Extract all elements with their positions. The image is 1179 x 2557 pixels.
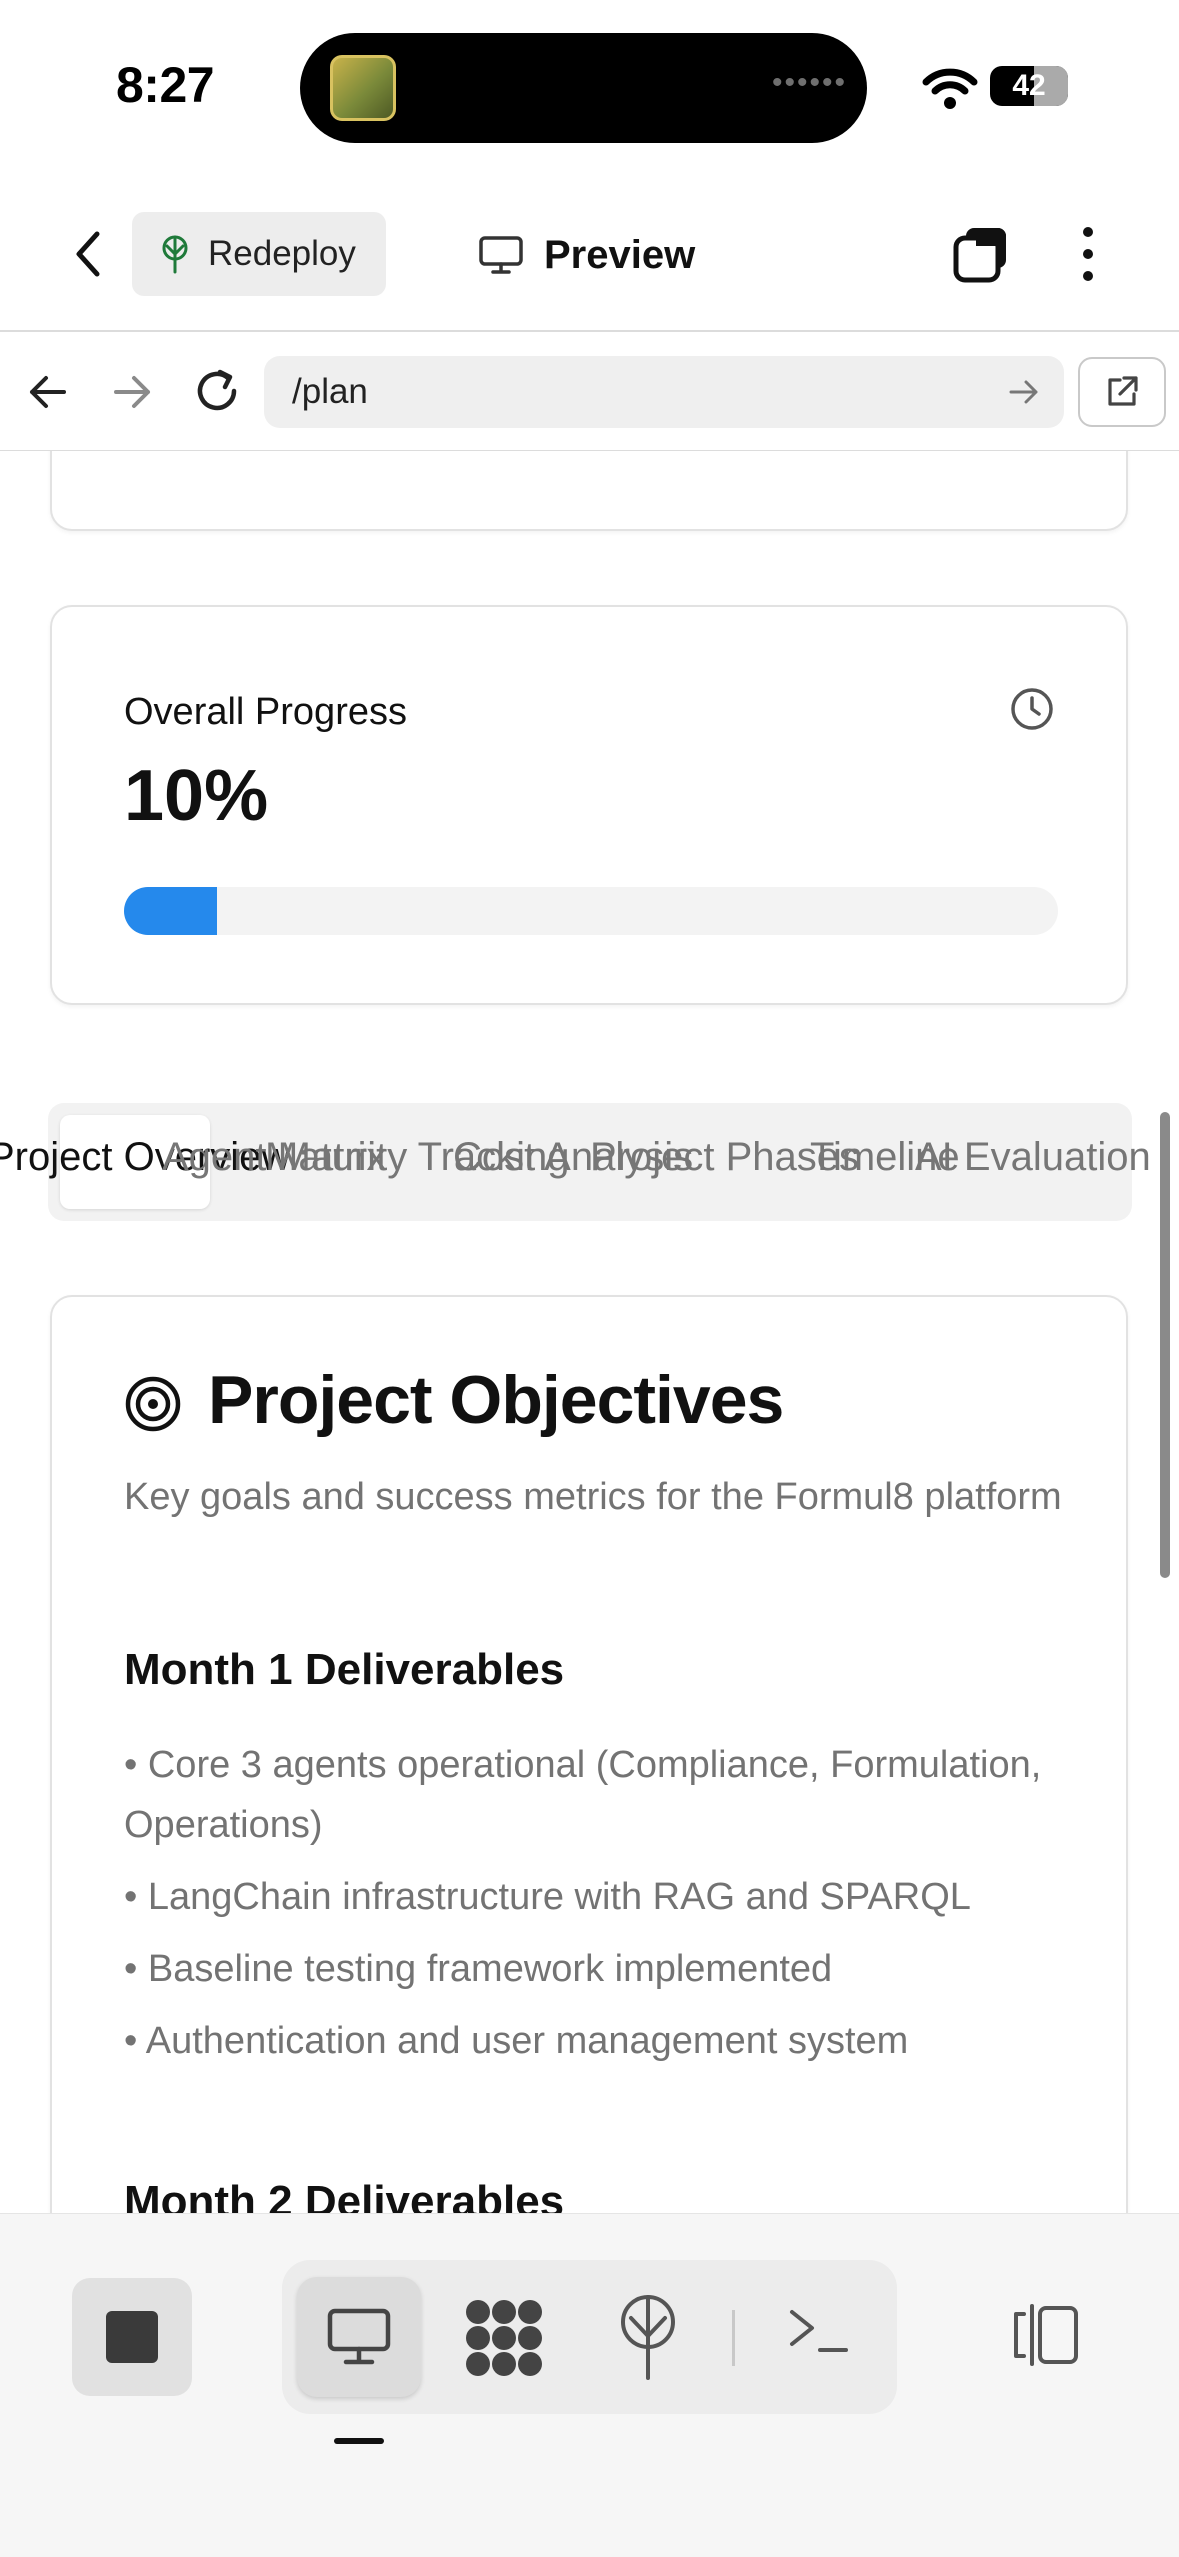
progress-bar-fill xyxy=(124,887,218,935)
battery-level: 42 xyxy=(1012,69,1046,102)
month1-deliverables-list: • Core 3 agents operational (Compliance,… xyxy=(124,1735,1084,2083)
stop-button[interactable] xyxy=(72,2278,192,2396)
divider xyxy=(732,2310,735,2366)
external-link-icon xyxy=(1108,376,1138,406)
app-icon xyxy=(330,55,396,121)
split-view-icon[interactable] xyxy=(1010,2302,1082,2368)
open-external-button[interactable] xyxy=(1078,357,1166,427)
back-button[interactable] xyxy=(58,222,118,286)
overall-progress-card: Overall Progress 10% xyxy=(50,605,1128,1005)
redeploy-label: Redeploy xyxy=(208,234,356,273)
battery-indicator: 42 xyxy=(990,66,1068,106)
deploy-tree-icon[interactable] xyxy=(613,2292,683,2382)
agents-graph-icon[interactable] xyxy=(462,2296,546,2380)
previous-card xyxy=(50,451,1128,531)
target-icon xyxy=(125,1376,181,1432)
page-content[interactable]: Overall Progress 10% Project Overview Ag… xyxy=(0,451,1179,2213)
tabs-icon[interactable] xyxy=(950,224,1012,286)
stop-icon xyxy=(106,2311,158,2363)
scrollbar[interactable] xyxy=(1160,1112,1170,1578)
home-indicator xyxy=(334,2438,384,2444)
redeploy-button[interactable]: Redeploy xyxy=(132,212,386,296)
clock-icon xyxy=(1011,688,1053,730)
go-arrow-icon[interactable] xyxy=(1008,378,1040,406)
desktop-view-button[interactable] xyxy=(297,2277,421,2397)
list-item: • Authentication and user management sys… xyxy=(124,2020,909,2062)
more-vertical-icon[interactable] xyxy=(1070,224,1106,284)
deploy-tree-icon xyxy=(162,235,188,274)
project-objectives-card: Project Objectives Key goals and success… xyxy=(50,1295,1128,2213)
monitor-icon xyxy=(327,2308,391,2365)
list-item: • LangChain infrastructure with RAG and … xyxy=(124,1876,971,1918)
preview-label: Preview xyxy=(544,232,696,277)
status-time: 8:27 xyxy=(116,57,215,113)
url-input[interactable]: /plan xyxy=(264,356,1064,428)
chevron-left-icon xyxy=(76,231,100,277)
monitor-icon xyxy=(479,236,523,274)
url-path: /plan xyxy=(292,372,368,411)
section-subtitle: Key goals and success metrics for the Fo… xyxy=(124,1476,1062,1518)
list-item: • Baseline testing framework implemented xyxy=(124,1948,833,1990)
reload-icon[interactable] xyxy=(190,364,244,418)
progress-bar xyxy=(124,887,1058,935)
progress-title: Overall Progress xyxy=(124,691,407,733)
progress-percentage: 10% xyxy=(124,756,269,836)
list-item: • Core 3 agents operational (Compliance,… xyxy=(124,1744,1042,1846)
arrow-left-icon[interactable] xyxy=(24,368,72,416)
island-activity-dots: •••••• xyxy=(772,66,848,99)
terminal-icon[interactable] xyxy=(786,2300,852,2360)
month1-heading: Month 1 Deliverables xyxy=(124,1645,565,1694)
section-title: Project Objectives xyxy=(208,1362,784,1438)
tab-ai-evaluation[interactable]: AI Evaluation xyxy=(915,1135,1151,1180)
wifi-icon xyxy=(922,68,978,109)
month2-heading: Month 2 Deliverables xyxy=(124,2177,565,2213)
arrow-right-icon[interactable] xyxy=(108,368,156,416)
preview-button[interactable]: Preview xyxy=(478,220,695,290)
